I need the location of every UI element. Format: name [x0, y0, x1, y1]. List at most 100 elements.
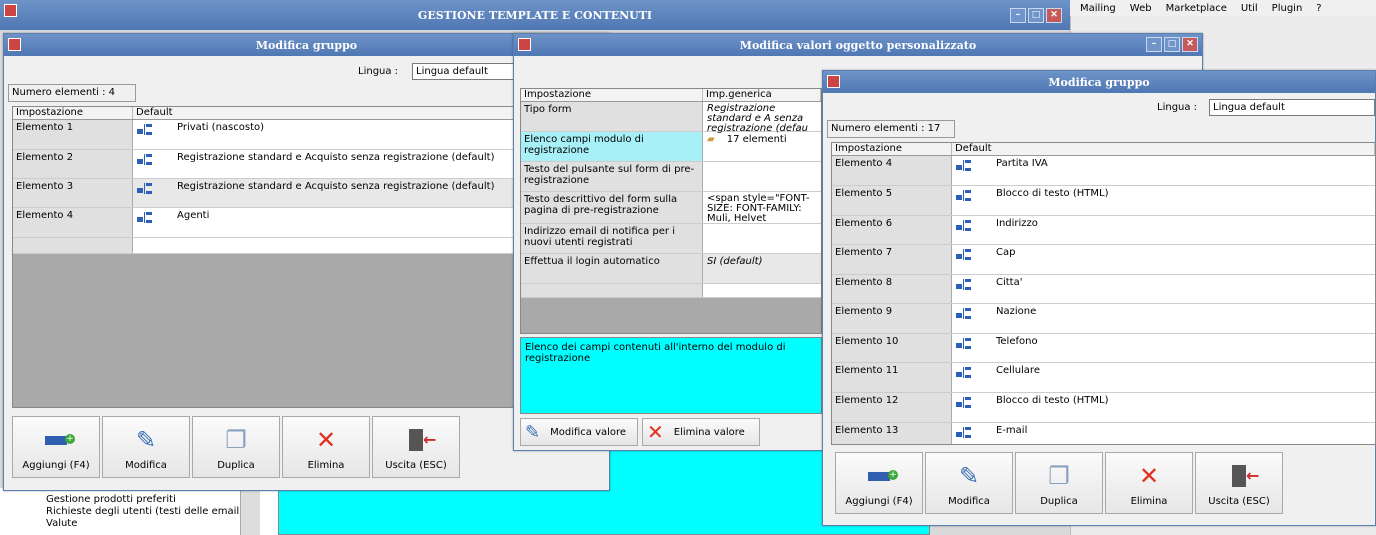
group-window-right: Modifica gruppo Lingua : Lingua default … — [822, 70, 1376, 526]
row-name: Elemento 12 — [832, 393, 952, 422]
group-right-toolbar: Aggiungi (F4) ✎ Modifica ❐ Duplica ✕ Elimin… — [835, 452, 1283, 514]
menu-web[interactable]: Web — [1130, 3, 1152, 14]
folder-icon: ▰ — [707, 134, 715, 145]
exit-icon — [409, 429, 436, 451]
lingua-select[interactable]: Lingua default — [1209, 99, 1375, 116]
table-row[interactable]: Elemento 5 Blocco di testo (HTML) — [832, 186, 1375, 216]
table-row[interactable]: Elemento 4 Partita IVA — [832, 156, 1375, 186]
group-right-titlebar: Modifica gruppo — [823, 71, 1375, 93]
table-row[interactable]: Elemento 12 Blocco di testo (HTML) — [832, 393, 1375, 423]
table-row[interactable]: Elemento 8 Citta' — [832, 275, 1375, 304]
row-name: Indirizzo email di notifica per i nuovi … — [521, 224, 703, 253]
add-icon — [868, 469, 898, 481]
table-row[interactable]: Elemento 13 E-mail — [832, 423, 1375, 444]
row-value: Cap — [996, 247, 1016, 258]
row-value: Nazione — [996, 306, 1037, 317]
custom-object-titlebar: Modifica valori oggetto personalizzato –… — [514, 34, 1202, 56]
menu-plugin[interactable]: Plugin — [1272, 3, 1303, 14]
exit-button[interactable]: Uscita (ESC) — [372, 416, 460, 478]
window-title: Modifica gruppo — [1048, 75, 1150, 89]
menu-marketplace[interactable]: Marketplace — [1166, 3, 1227, 14]
edit-icon: ✎ — [135, 426, 157, 454]
table-row[interactable]: Testo del pulsante sul form di pre-regis… — [521, 162, 821, 192]
duplicate-icon: ❐ — [1048, 462, 1070, 490]
app-icon — [4, 4, 17, 17]
duplicate-button[interactable]: ❐ Duplica — [1015, 452, 1103, 514]
main-window: GESTIONE TEMPLATE E CONTENUTI – □ ✕ — [0, 0, 1070, 30]
duplicate-button[interactable]: ❐ Duplica — [192, 416, 280, 478]
add-label: Aggiungi (F4) — [845, 496, 913, 507]
add-button[interactable]: Aggiungi (F4) — [12, 416, 100, 478]
delete-label: Elimina — [307, 460, 345, 471]
add-label: Aggiungi (F4) — [22, 460, 90, 471]
table-row[interactable]: Tipo form Registrazione standard e A sen… — [521, 102, 821, 134]
row-value-empty — [703, 284, 821, 297]
edit-label: Modifica — [125, 460, 167, 471]
table-row[interactable]: Elemento 6 Indirizzo — [832, 216, 1375, 245]
col-setting: Impostazione — [832, 143, 952, 155]
row-value: Partita IVA — [996, 158, 1048, 169]
table-row[interactable]: Elemento 9 Nazione — [832, 304, 1375, 334]
delete-icon: ✕ — [1138, 462, 1160, 490]
row-name: Elenco campi modulo di registrazione — [521, 132, 703, 161]
table-row-selected[interactable]: Elenco campi modulo di registrazione ▰ 17… — [521, 132, 821, 162]
duplicate-label: Duplica — [217, 460, 255, 471]
add-button[interactable]: Aggiungi (F4) — [835, 452, 923, 514]
edit-value-label: Modifica valore — [550, 426, 627, 438]
edit-icon: ✎ — [958, 462, 980, 490]
background-tree: Gestione prodotti preferiti Richieste de… — [0, 488, 280, 535]
edit-icon: ✎ — [525, 421, 541, 443]
table-row[interactable]: Indirizzo email di notifica per i nuovi … — [521, 224, 821, 254]
row-value — [703, 162, 821, 191]
edit-button[interactable]: ✎ Modifica — [102, 416, 190, 478]
menu-mailing[interactable]: Mailing — [1080, 3, 1116, 14]
exit-button[interactable]: Uscita (ESC) — [1195, 452, 1283, 514]
table-row[interactable]: Elemento 7 Cap — [832, 245, 1375, 275]
row-name: Testo descrittivo del form sulla pagina … — [521, 192, 703, 223]
row-name: Elemento 11 — [832, 363, 952, 392]
minimize-icon[interactable]: – — [1010, 8, 1026, 23]
menu-util[interactable]: Util — [1241, 3, 1258, 14]
table-row[interactable]: Effettua il login automatico SI (default… — [521, 254, 821, 284]
edit-label: Modifica — [948, 496, 990, 507]
row-name: Elemento 9 — [832, 304, 952, 333]
table-row[interactable]: Testo descrittivo del form sulla pagina … — [521, 192, 821, 224]
row-value: 17 elementi — [726, 134, 787, 145]
exit-label: Uscita (ESC) — [385, 460, 447, 471]
delete-button[interactable]: ✕ Elimina — [282, 416, 370, 478]
edit-button[interactable]: ✎ Modifica — [925, 452, 1013, 514]
edit-value-button[interactable]: ✎ Modifica valore — [520, 418, 638, 446]
row-name: Elemento 5 — [832, 186, 952, 215]
maximize-icon[interactable]: □ — [1164, 37, 1180, 52]
row-name: Testo del pulsante sul form di pre-regis… — [521, 162, 703, 191]
menu-help[interactable]: ? — [1316, 3, 1321, 14]
col-default: Default — [952, 143, 1375, 155]
row-name: Elemento 13 — [832, 423, 952, 444]
row-value: SI (default) — [703, 254, 821, 283]
delete-icon: ✕ — [315, 426, 337, 454]
minimize-icon[interactable]: – — [1146, 37, 1162, 52]
background-scrollbar[interactable] — [240, 488, 260, 535]
lingua-label: Lingua : — [358, 66, 399, 77]
tree-icon — [956, 338, 971, 350]
row-value: Blocco di testo (HTML) — [996, 395, 1109, 406]
table-row[interactable]: Elemento 11 Cellulare — [832, 363, 1375, 393]
window-title: Modifica gruppo — [255, 38, 358, 52]
delete-button[interactable]: ✕ Elimina — [1105, 452, 1193, 514]
tree-icon — [956, 427, 971, 439]
close-icon[interactable]: ✕ — [1182, 37, 1198, 52]
row-value: Registrazione standard e A senza registr… — [707, 103, 808, 134]
delete-value-button[interactable]: ✕ Elimina valore — [642, 418, 760, 446]
element-count: Numero elementi : 4 — [8, 84, 136, 102]
lingua-label: Lingua : — [1157, 102, 1198, 113]
row-value: <span style="FONT-SIZE: FONT-FAMILY: Mul… — [707, 193, 810, 224]
grid-header: Impostazione Default — [832, 143, 1375, 156]
row-name: Elemento 8 — [832, 275, 952, 303]
close-icon[interactable]: ✕ — [1046, 8, 1062, 23]
maximize-icon[interactable]: □ — [1028, 8, 1044, 23]
row-name: Elemento 4 — [13, 208, 133, 237]
row-name: Elemento 4 — [832, 156, 952, 185]
table-row[interactable]: Elemento 10 Telefono — [832, 334, 1375, 363]
tree-icon — [956, 249, 971, 261]
tree-icon — [956, 220, 971, 232]
